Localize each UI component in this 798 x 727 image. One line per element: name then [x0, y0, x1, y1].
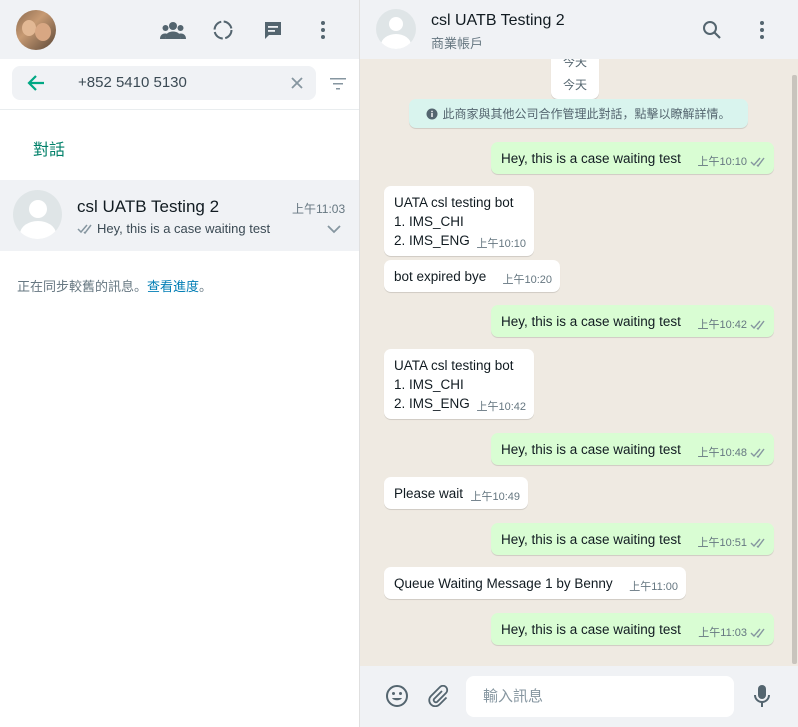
section-label: 對話: [33, 142, 66, 159]
message-time: 上午10:49: [470, 491, 520, 503]
incoming-message[interactable]: bot expired bye 上午10:20: [384, 260, 560, 292]
message-input[interactable]: [466, 676, 734, 717]
message-text: Queue Waiting Message 1 by Benny: [394, 576, 613, 591]
search-value[interactable]: +852 5410 5130: [78, 74, 187, 91]
business-notice[interactable]: 此商家與其他公司合作管理此對話，點擊以瞭解詳情。: [409, 99, 748, 128]
emoji-icon[interactable]: [384, 683, 410, 709]
outgoing-message[interactable]: Hey, this is a case waiting test 上午10:42: [491, 305, 774, 337]
search-bar: +852 5410 5130: [0, 59, 359, 110]
conversation-header[interactable]: csl UATB Testing 2 商業帳戶: [360, 0, 798, 59]
message-meta: 上午11:03: [698, 624, 766, 640]
outgoing-message[interactable]: Hey, this is a case waiting test 上午11:03: [491, 613, 774, 645]
search-input[interactable]: +852 5410 5130: [12, 66, 316, 100]
sync-status-text: 正在同步較舊的訊息。: [17, 279, 148, 294]
incoming-message[interactable]: Please wait 上午10:49: [384, 477, 528, 509]
date-divider-label: 今天: [563, 78, 588, 92]
message-time: 上午10:10: [476, 238, 526, 250]
composer: [360, 666, 798, 727]
double-check-icon: [750, 628, 765, 638]
microphone-icon[interactable]: [749, 683, 775, 709]
message-time: 上午11:00: [629, 581, 678, 593]
info-icon: [426, 108, 438, 119]
clear-search-icon[interactable]: [288, 74, 306, 92]
chat-preview: Hey, this is a case waiting test: [77, 221, 270, 236]
sidebar-header: [0, 0, 359, 59]
chat-list-item[interactable]: csl UATB Testing 2 上午11:03 Hey, this is …: [0, 180, 359, 251]
menu-icon[interactable]: [310, 17, 336, 43]
message-time: 上午10:48: [697, 447, 747, 459]
attach-icon[interactable]: [425, 683, 451, 709]
contact-avatar[interactable]: [376, 9, 416, 49]
search-icon[interactable]: [700, 18, 724, 42]
message-meta: 上午10:42: [697, 316, 766, 332]
double-check-icon: [77, 224, 92, 234]
incoming-message[interactable]: UATA csl testing bot 1. IMS_CHI 2. IMS_E…: [384, 186, 534, 256]
profile-avatar[interactable]: [16, 10, 56, 50]
message-time: 上午10:51: [697, 537, 747, 549]
message-text: Please wait: [394, 486, 464, 501]
double-check-icon: [750, 320, 765, 330]
conversation-pane: csl UATB Testing 2 商業帳戶 今天 今天 此商家與其他公司合作…: [360, 0, 798, 727]
message-meta: 上午10:42: [476, 398, 526, 414]
message-text: Hey, this is a case waiting test: [501, 622, 681, 637]
message-time: 上午10:10: [697, 156, 747, 168]
double-check-icon: [750, 157, 765, 167]
date-divider: 今天 今天: [551, 59, 599, 99]
incoming-message[interactable]: Queue Waiting Message 1 by Benny 上午11:00: [384, 567, 686, 599]
message-text: Hey, this is a case waiting test: [501, 532, 681, 547]
filter-icon[interactable]: [329, 77, 347, 91]
outgoing-message[interactable]: Hey, this is a case waiting test 上午10:10: [491, 142, 774, 174]
business-notice-text: 此商家與其他公司合作管理此對話，點擊以瞭解詳情。: [442, 107, 731, 121]
chat-preview-text: Hey, this is a case waiting test: [97, 221, 271, 236]
message-text: Hey, this is a case waiting test: [501, 442, 681, 457]
message-meta: 上午10:49: [470, 488, 520, 504]
double-check-icon: [750, 538, 765, 548]
message-meta: 上午10:48: [697, 444, 766, 460]
new-chat-icon[interactable]: [260, 17, 286, 43]
back-arrow-icon[interactable]: [26, 73, 46, 93]
scrollbar[interactable]: [792, 75, 797, 664]
chat-list-pane: +852 5410 5130 對話 csl UATB Testing 2 上午1…: [0, 0, 360, 727]
contact-name[interactable]: csl UATB Testing 2: [431, 12, 565, 30]
communities-icon[interactable]: [160, 17, 186, 43]
message-time: 上午11:03: [698, 627, 747, 639]
menu-icon[interactable]: [750, 18, 774, 42]
message-meta: 上午10:10: [697, 153, 766, 169]
message-time: 上午10:42: [697, 319, 747, 331]
message-time: 上午10:42: [476, 401, 526, 413]
message-meta: 上午10:20: [502, 271, 552, 287]
chat-time: 上午11:03: [292, 202, 346, 216]
view-progress-link[interactable]: 查看進度: [147, 279, 199, 294]
message-time: 上午10:20: [502, 274, 552, 286]
incoming-message[interactable]: UATA csl testing bot 1. IMS_CHI 2. IMS_E…: [384, 349, 534, 419]
message-meta: 上午10:51: [697, 534, 766, 550]
chevron-down-icon[interactable]: [326, 222, 342, 234]
outgoing-message[interactable]: Hey, this is a case waiting test 上午10:48: [491, 433, 774, 465]
contact-avatar: [13, 190, 62, 239]
message-list: 今天 今天 此商家與其他公司合作管理此對話，點擊以瞭解詳情。 Hey, this…: [360, 59, 798, 666]
double-check-icon: [750, 448, 765, 458]
status-icon[interactable]: [210, 17, 236, 43]
sync-status-suffix: 。: [199, 279, 213, 294]
contact-subtitle: 商業帳戶: [431, 36, 484, 51]
message-text: Hey, this is a case waiting test: [501, 151, 681, 166]
message-meta: 上午11:00: [629, 578, 678, 594]
outgoing-message[interactable]: Hey, this is a case waiting test 上午10:51: [491, 523, 774, 555]
sync-status: 正在同步較舊的訊息。查看進度。: [17, 276, 212, 295]
message-text: Hey, this is a case waiting test: [501, 314, 681, 329]
chat-name: csl UATB Testing 2: [77, 197, 220, 216]
message-meta: 上午10:10: [476, 235, 526, 251]
date-divider-previous: 今天: [563, 59, 588, 69]
message-text: bot expired bye: [394, 269, 487, 284]
